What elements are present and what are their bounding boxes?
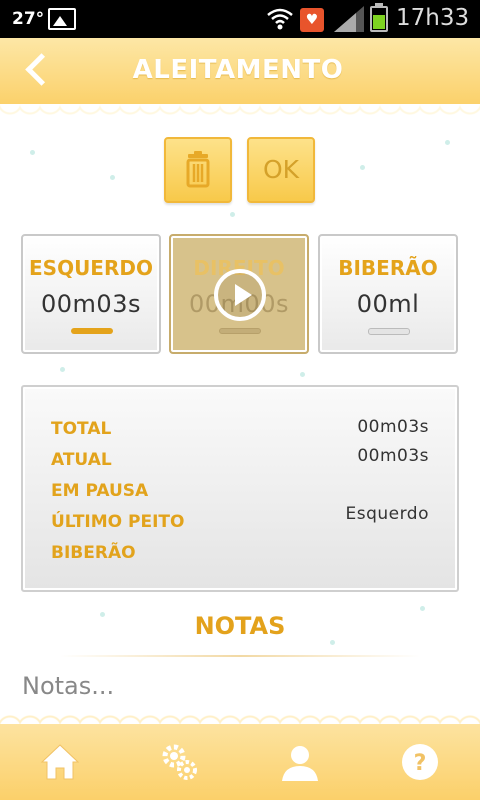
right-active-indicator xyxy=(219,328,261,334)
summary-value-current: 00m03s xyxy=(357,446,429,466)
decor-dot xyxy=(300,372,305,377)
decor-dot xyxy=(445,140,450,145)
summary-value-last-breast: Esquerdo xyxy=(345,504,429,524)
trash-icon xyxy=(186,151,210,188)
decor-dot xyxy=(360,165,365,170)
left-breast-time: 00m03s xyxy=(41,290,141,318)
status-bar: 27° ♥ 17h33 xyxy=(0,0,480,38)
right-breast-timer[interactable]: DIREITO 00m00s xyxy=(169,234,309,354)
summary-value-total: 00m03s xyxy=(357,417,429,437)
app-notification-icon: ♥ xyxy=(300,8,324,32)
wifi-icon xyxy=(267,8,293,30)
bottle-indicator xyxy=(368,328,410,335)
summary-label-total: TOTAL xyxy=(51,419,112,439)
svg-text:?: ? xyxy=(414,751,427,776)
bottle-label: BIBERÃO xyxy=(338,256,438,280)
help-icon[interactable]: ? xyxy=(400,742,440,782)
ok-button[interactable]: OK xyxy=(247,137,315,203)
summary-label-current: ATUAL xyxy=(51,450,112,470)
signal-icon xyxy=(334,6,364,32)
summary-panel: TOTAL 00m03s ATUAL 00m03s EM PAUSA ÚLTIM… xyxy=(21,385,459,592)
summary-label-paused: EM PAUSA xyxy=(51,481,149,501)
delete-button[interactable] xyxy=(164,137,232,203)
bottle-value: 00ml xyxy=(356,290,420,318)
temperature-text: 27° xyxy=(12,9,45,29)
bottle-amount[interactable]: BIBERÃO 00ml xyxy=(318,234,458,354)
profile-icon[interactable] xyxy=(280,742,320,782)
decor-dot xyxy=(420,606,425,611)
decor-dot xyxy=(230,212,235,217)
decor-dot xyxy=(110,175,115,180)
clock-text: 17h33 xyxy=(396,5,470,31)
ok-label: OK xyxy=(262,155,300,184)
play-icon[interactable] xyxy=(214,269,266,321)
summary-label-bottle: BIBERÃO xyxy=(51,543,136,563)
left-breast-timer[interactable]: ESQUERDO 00m03s xyxy=(21,234,161,354)
notes-title: NOTAS xyxy=(194,612,286,640)
notes-input[interactable] xyxy=(0,664,480,708)
summary-label-last-breast: ÚLTIMO PEITO xyxy=(51,512,185,532)
left-active-indicator xyxy=(71,328,113,334)
settings-icon[interactable] xyxy=(160,742,200,782)
decor-dot xyxy=(330,640,335,645)
battery-icon xyxy=(370,3,388,32)
notes-divider xyxy=(60,655,420,657)
gallery-icon xyxy=(48,8,76,30)
left-breast-label: ESQUERDO xyxy=(29,256,153,280)
home-icon[interactable] xyxy=(40,742,80,782)
decor-dot xyxy=(60,367,65,372)
decor-dot xyxy=(30,150,35,155)
header-scallop xyxy=(0,104,480,118)
page-title: ALEITAMENTO xyxy=(132,55,344,85)
